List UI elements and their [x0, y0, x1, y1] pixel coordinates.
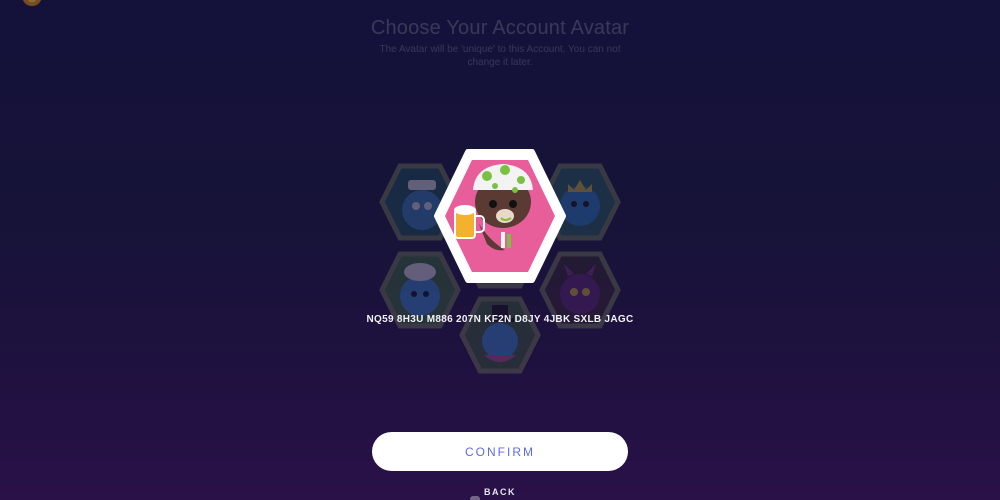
scroll-indicator [470, 496, 480, 500]
page-subtitle: The Avatar will be 'unique' to this Acco… [379, 44, 621, 68]
top-bar [0, 0, 1000, 10]
account-address: NQ59 8H3U M886 207N KF2N D8JY 4JBK SXLB … [366, 314, 634, 325]
coin-logo-icon [22, 0, 42, 6]
back-button[interactable]: BACK [450, 486, 550, 498]
avatar-picker [370, 140, 630, 380]
avatar-option-tophat[interactable] [459, 295, 541, 375]
confirm-button[interactable]: CONFIRM [372, 432, 628, 471]
page-title: Choose Your Account Avatar [370, 17, 630, 39]
selected-avatar-bear[interactable] [431, 146, 569, 286]
